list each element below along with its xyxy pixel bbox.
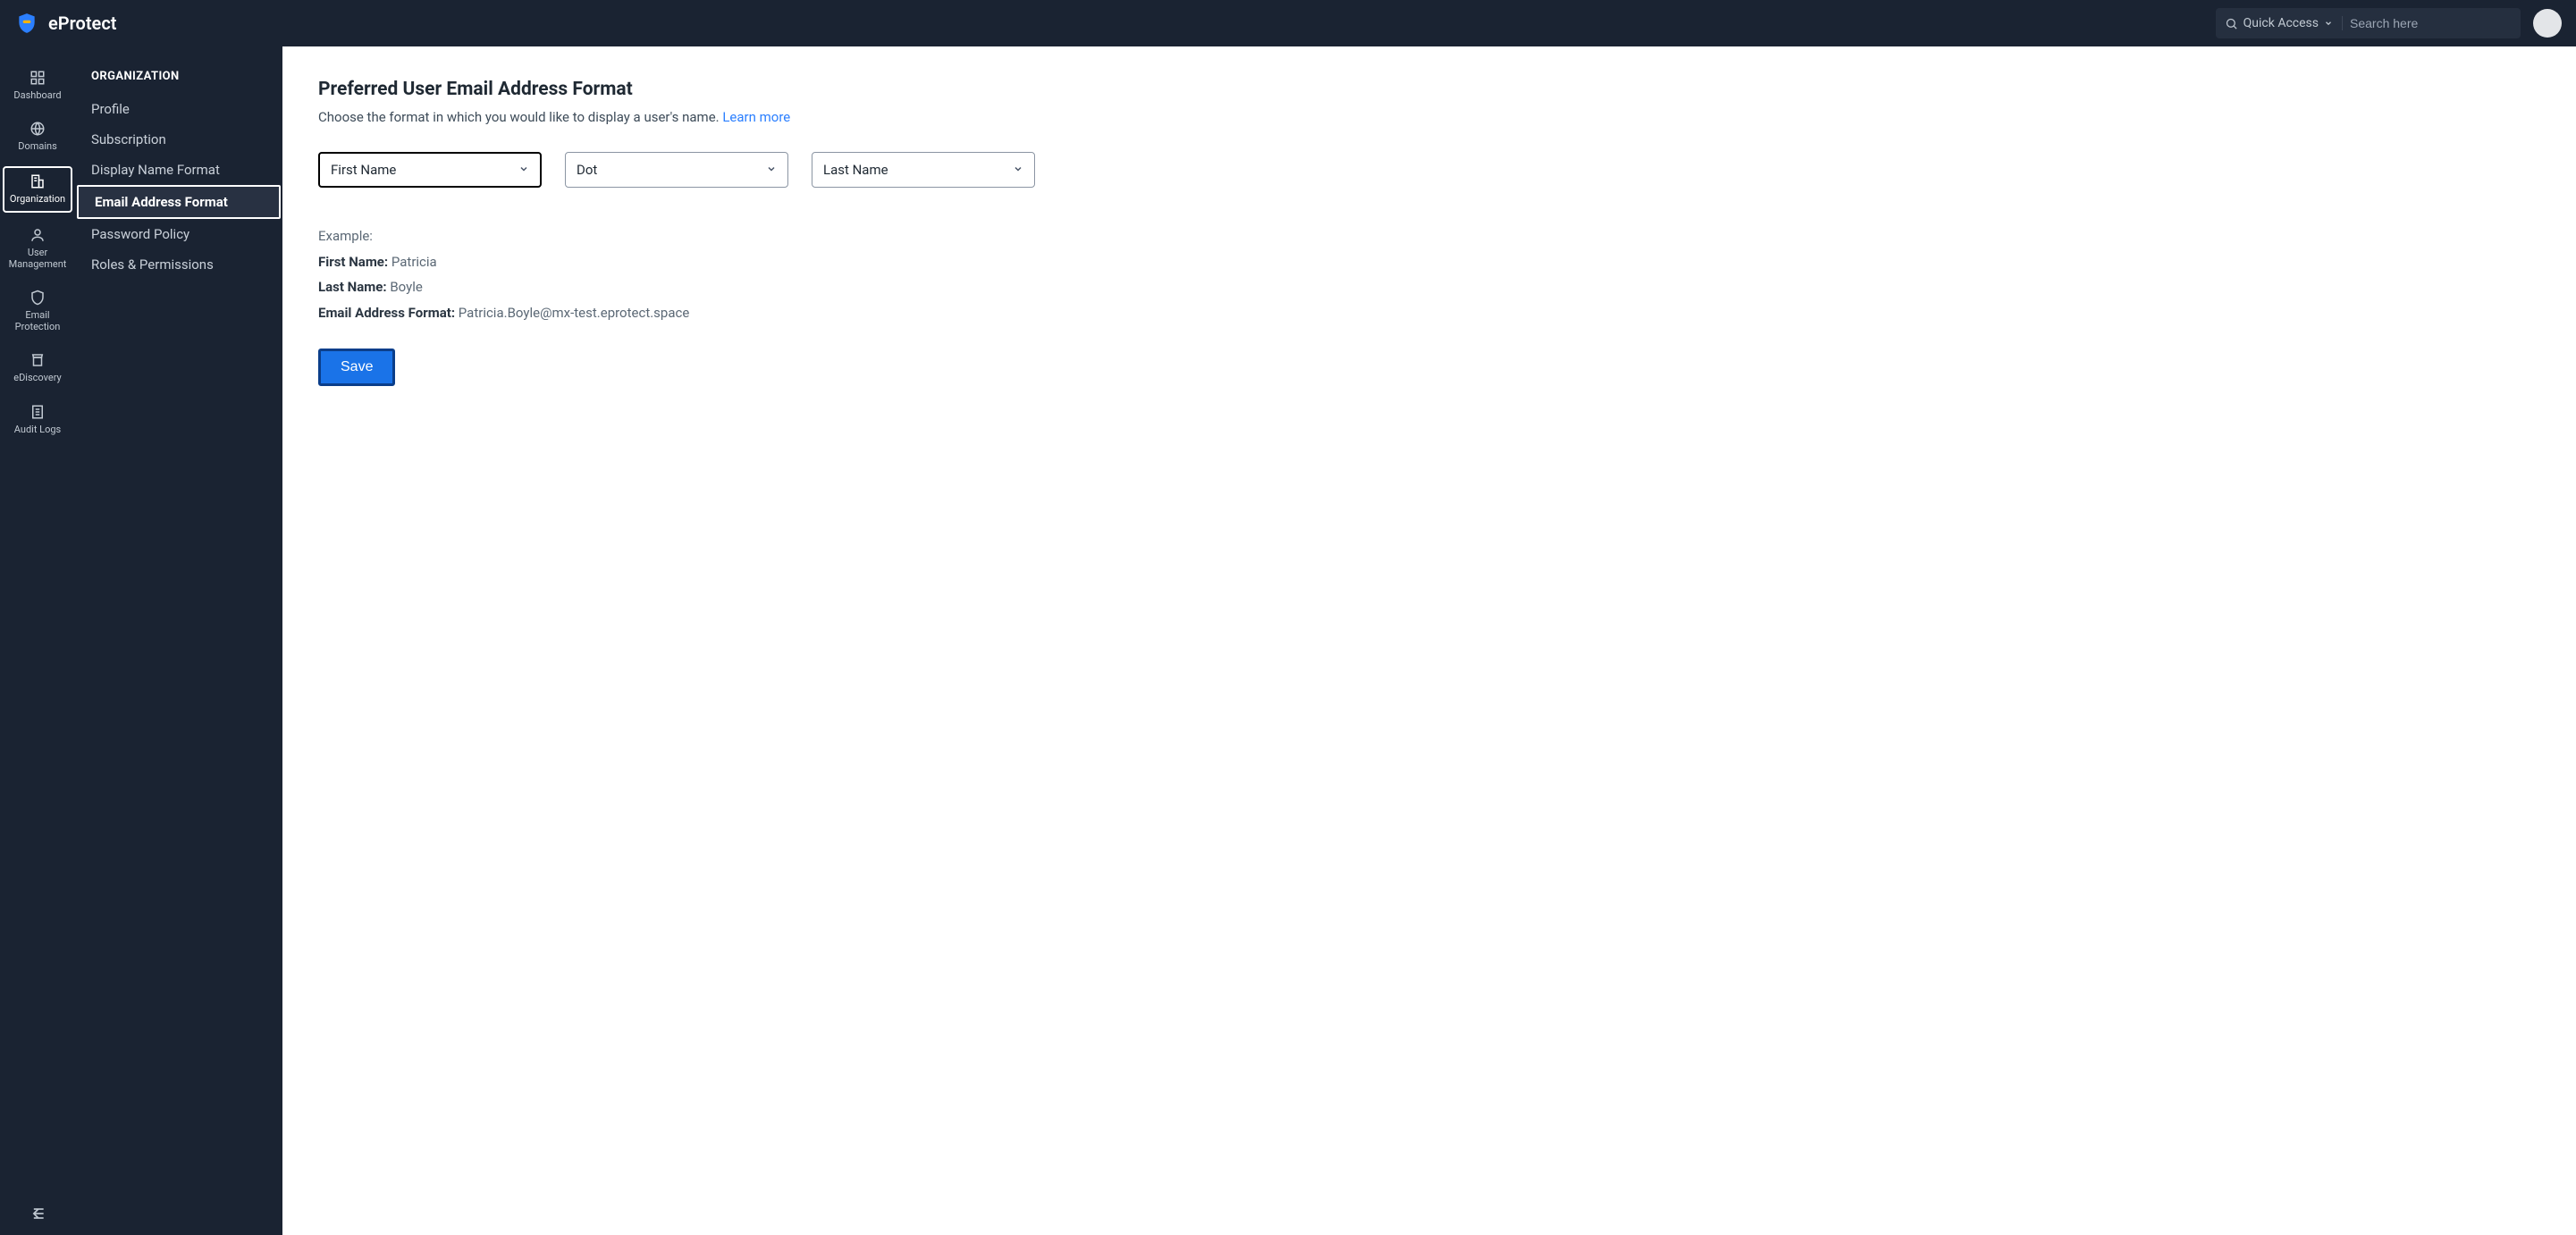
page-title: Preferred User Email Address Format	[318, 79, 2540, 100]
avatar[interactable]	[2533, 9, 2562, 38]
example-first-label: First Name:	[318, 254, 388, 270]
separator-select[interactable]: Dot	[565, 152, 788, 188]
subnav-item-password-policy[interactable]: Password Policy	[75, 219, 282, 249]
icon-rail: Dashboard Domains Organization User Mana…	[0, 46, 75, 1235]
example-heading: Example:	[318, 223, 2540, 249]
subnav: Organization Profile Subscription Displa…	[75, 46, 282, 1235]
collapse-icon	[29, 1205, 46, 1222]
rail-item-user-management[interactable]: User Management	[3, 222, 72, 275]
learn-more-link[interactable]: Learn more	[722, 109, 790, 125]
globe-icon	[29, 121, 46, 137]
example-format-value: Patricia.Boyle@mx-test.eprotect.space	[459, 305, 690, 321]
building-icon	[29, 173, 46, 189]
chevron-down-icon	[518, 164, 529, 177]
person-icon	[29, 227, 46, 243]
search-icon	[2225, 17, 2238, 30]
shield-icon	[29, 290, 46, 306]
example-last-label: Last Name:	[318, 279, 387, 295]
rail-item-audit-logs[interactable]: Audit Logs	[3, 399, 72, 441]
quick-access-dropdown[interactable]: Quick Access	[2225, 16, 2343, 30]
rail-item-domains[interactable]: Domains	[3, 115, 72, 157]
save-button[interactable]: Save	[318, 349, 395, 386]
chevron-down-icon	[766, 164, 777, 177]
rail-item-email-protection[interactable]: Email Protection	[3, 284, 72, 338]
example-format-label: Email Address Format:	[318, 305, 455, 321]
dashboard-icon	[29, 70, 46, 86]
page-description: Choose the format in which you would lik…	[318, 109, 2540, 125]
subnav-item-display-name-format[interactable]: Display Name Format	[75, 155, 282, 185]
search-input[interactable]	[2350, 16, 2512, 30]
example-first-value: Patricia	[391, 254, 437, 270]
chevron-down-icon	[1013, 164, 1023, 177]
rail-item-dashboard[interactable]: Dashboard	[3, 64, 72, 106]
brand-name: eProtect	[48, 13, 116, 34]
rail-item-organization[interactable]: Organization	[3, 166, 72, 212]
first-part-select[interactable]: First Name	[318, 152, 542, 188]
search-bar: Quick Access	[2216, 8, 2521, 38]
log-icon	[29, 404, 46, 420]
header: eProtect Quick Access	[0, 0, 2576, 46]
example-block: Example: First Name: Patricia Last Name:…	[318, 223, 2540, 325]
example-last-value: Boyle	[390, 279, 423, 295]
subnav-item-roles-permissions[interactable]: Roles & Permissions	[75, 249, 282, 280]
subnav-item-profile[interactable]: Profile	[75, 94, 282, 124]
subnav-title: Organization	[75, 64, 282, 94]
brand-logo-icon	[14, 11, 39, 36]
last-part-select[interactable]: Last Name	[812, 152, 1035, 188]
archive-icon	[29, 352, 46, 368]
main-content: Preferred User Email Address Format Choo…	[282, 46, 2576, 1235]
chevron-down-icon	[2324, 19, 2333, 28]
collapse-sidebar-button[interactable]	[0, 1205, 75, 1222]
subnav-item-subscription[interactable]: Subscription	[75, 124, 282, 155]
rail-item-ediscovery[interactable]: eDiscovery	[3, 347, 72, 389]
subnav-item-email-address-format[interactable]: Email Address Format	[77, 185, 281, 219]
